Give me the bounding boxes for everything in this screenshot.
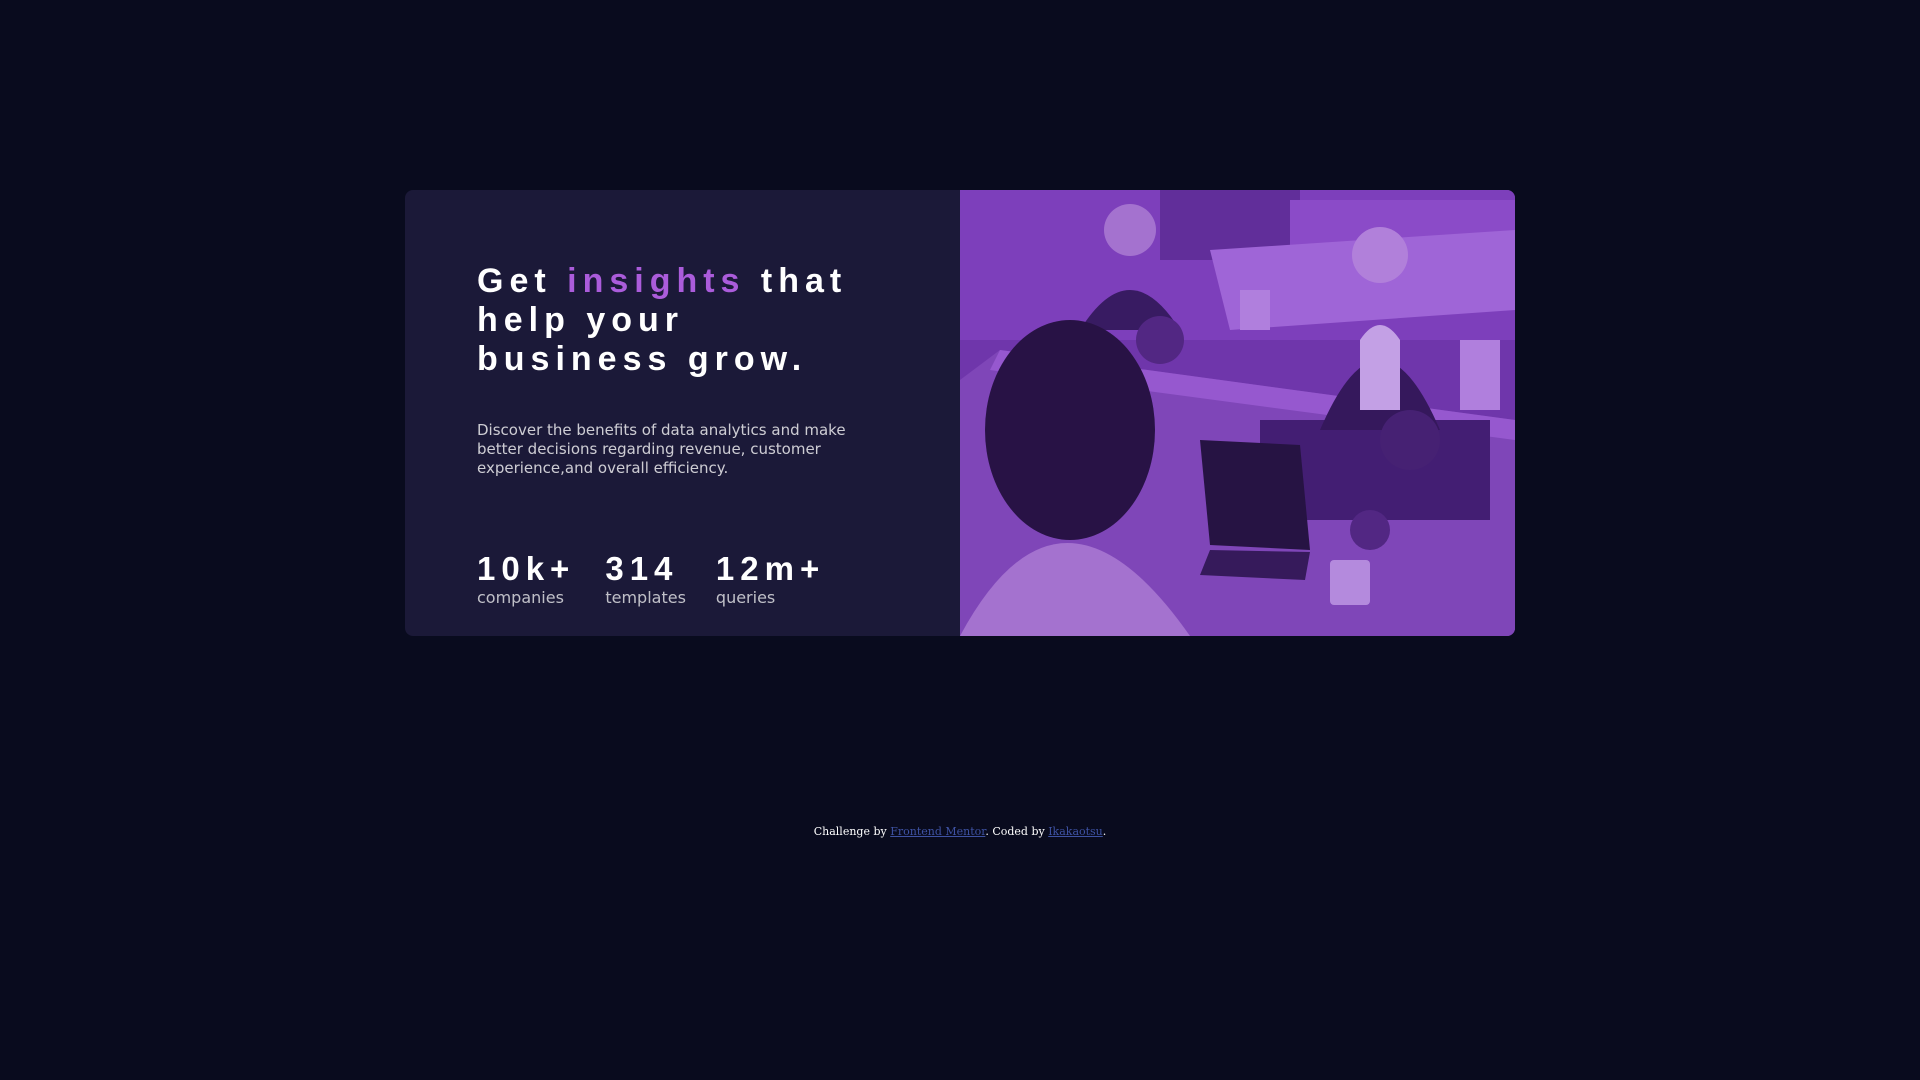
- attribution-middle: . Coded by: [985, 825, 1049, 838]
- purple-overlay: [960, 190, 1515, 636]
- stats-preview-card: Get insights that help your business gro…: [405, 190, 1515, 636]
- stat-value: 12m+: [715, 550, 826, 587]
- page: Get insights that help your business gro…: [0, 0, 1920, 1080]
- attribution-suffix: .: [1102, 825, 1107, 838]
- attribution-prefix: Challenge by: [813, 825, 891, 838]
- description: Discover the benefits of data analytics …: [477, 421, 846, 477]
- stat-value: 314: [605, 550, 679, 587]
- headline: Get insights that help your business gro…: [477, 262, 877, 379]
- stat-templates: 314 templates: [605, 550, 686, 608]
- header-image: [960, 190, 1515, 636]
- headline-accent: insights: [567, 262, 746, 300]
- card-text-panel: Get insights that help your business gro…: [405, 190, 960, 636]
- stat-value: 10k+: [477, 550, 576, 587]
- stat-label: templates: [605, 588, 686, 607]
- stat-label: queries: [715, 588, 776, 607]
- stat-companies: 10k+ companies: [477, 550, 575, 608]
- stat-label: companies: [477, 588, 564, 607]
- attribution: Challenge by Frontend Mentor. Coded by I…: [0, 825, 1920, 838]
- frontend-mentor-link[interactable]: Frontend Mentor: [890, 825, 985, 838]
- stat-queries: 12m+ queries: [716, 550, 825, 608]
- stats-row: 10k+ companies 314 templates 12m+ querie…: [477, 550, 825, 608]
- author-link[interactable]: Ikakaotsu: [1048, 825, 1103, 838]
- headline-start: Get: [477, 262, 568, 300]
